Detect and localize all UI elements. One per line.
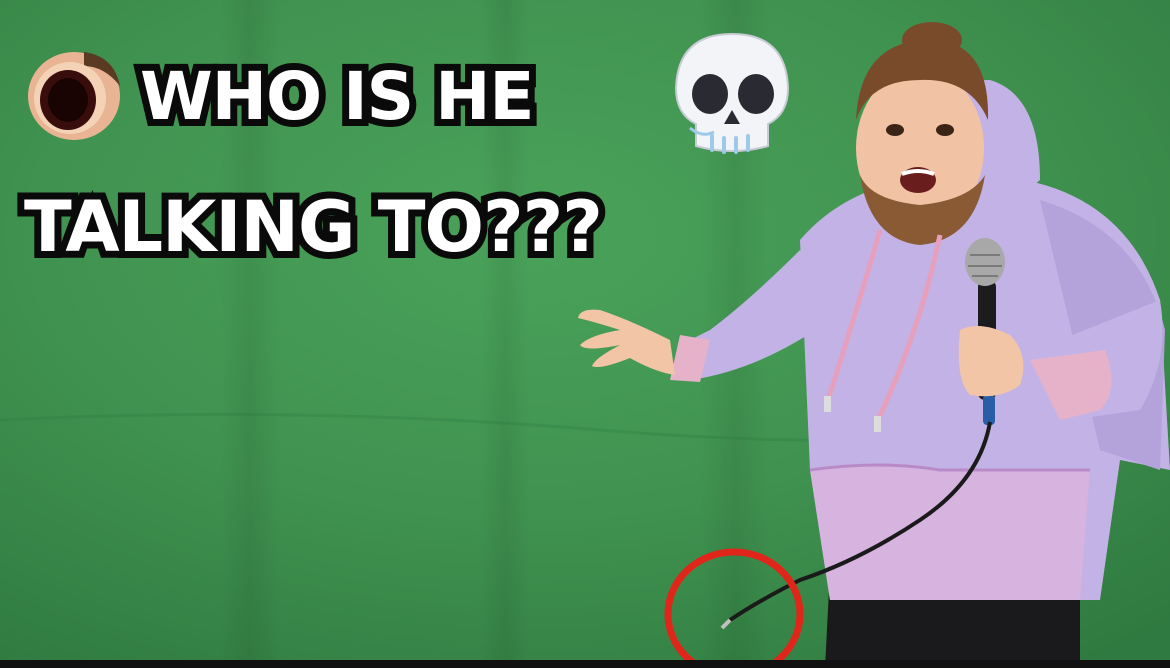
comedian-figure (578, 22, 1170, 668)
caption-line-2: TALKING TO??? (17, 185, 610, 269)
bottom-edge (0, 660, 1170, 668)
skull-emoji-icon (674, 32, 790, 154)
red-circle-annotation (664, 548, 804, 668)
caption-line-1: WHO IS HE (133, 57, 541, 137)
open-mouth-emoji-icon (28, 52, 120, 140)
thumbnail-scene: WHO IS HE TALKING TO??? (0, 0, 1170, 668)
